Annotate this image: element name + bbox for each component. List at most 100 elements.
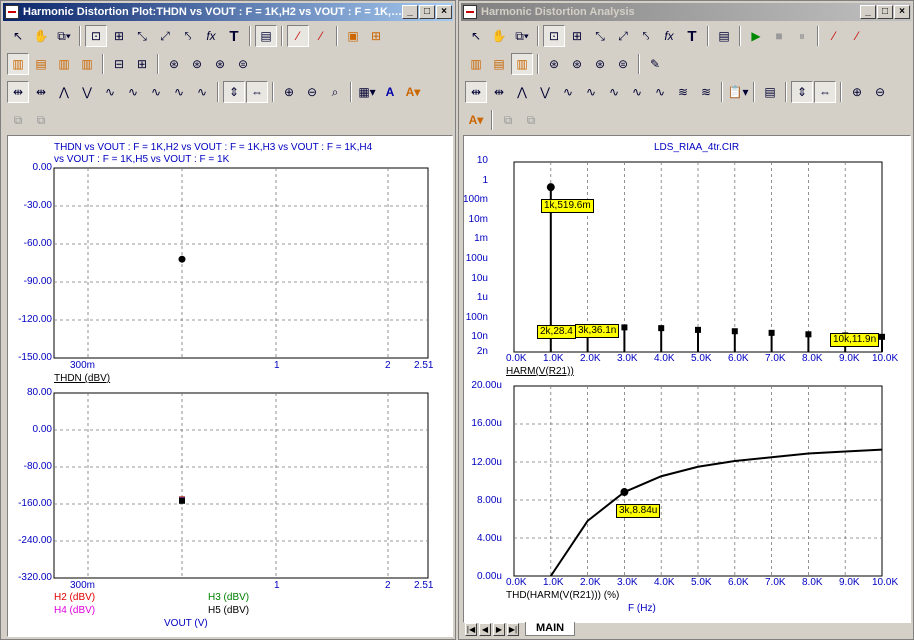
text-icon[interactable]: T [681, 25, 703, 47]
view-2-icon[interactable]: ▤ [30, 53, 52, 75]
clear-icon[interactable]: ⊜ [612, 53, 634, 75]
select-mode-icon[interactable]: ↖ [465, 25, 487, 47]
left-plot-area[interactable]: THDN vs VOUT : F = 1K,H2 vs VOUT : F = 1… [7, 135, 453, 637]
zoom-find-icon[interactable]: ⊛ [566, 53, 588, 75]
bottom-icon[interactable]: ≋ [695, 81, 717, 103]
grid-icon[interactable]: ⊞ [365, 25, 387, 47]
scale-mode-icon[interactable]: ⊡ [85, 25, 107, 47]
data-tag[interactable]: 2k,28.4 [537, 325, 576, 339]
maximize-button[interactable]: □ [877, 5, 893, 19]
global-low-icon[interactable]: ∿ [191, 81, 213, 103]
vertical-tag-icon[interactable]: ⤣ [635, 25, 657, 47]
harmonic-distortion-plot-window[interactable]: Harmonic Distortion Plot:THDN vs VOUT : … [0, 0, 456, 640]
horizontal-tag-icon[interactable]: ⤢ [612, 25, 634, 47]
point-tag-icon[interactable]: ⤡ [131, 25, 153, 47]
copy-icon[interactable]: ⧉ [497, 109, 519, 131]
peak-icon[interactable]: ⋀ [511, 81, 533, 103]
zoom-in-icon[interactable]: ⊕ [278, 81, 300, 103]
edit-icon[interactable]: ✎ [644, 53, 666, 75]
data-tag[interactable]: 10k,11.9n [830, 333, 880, 347]
view-1-icon[interactable]: ▥ [7, 53, 29, 75]
zoom-out-icon[interactable]: ⊖ [869, 81, 891, 103]
copy-icon[interactable]: ⧉ [7, 109, 29, 131]
view-4-icon[interactable]: ▥ [76, 53, 98, 75]
h4-trace-label[interactable]: H4 (dBV) [54, 605, 95, 616]
top-icon[interactable]: ≋ [672, 81, 694, 103]
cursor-right-icon[interactable]: ⇹ [488, 81, 510, 103]
view-1-icon[interactable]: ▥ [465, 53, 487, 75]
ruler-icon[interactable]: ▣ [342, 25, 364, 47]
paste-icon[interactable]: ⧉ [30, 109, 52, 131]
close-button[interactable]: × [436, 5, 452, 19]
view-3-icon[interactable]: ▥ [53, 53, 75, 75]
high-icon[interactable]: ∿ [99, 81, 121, 103]
minimize-button[interactable]: _ [860, 5, 876, 19]
same-y-icon[interactable]: ⇕ [791, 81, 813, 103]
right-plot-area[interactable]: LDS_RIAA_4tr.CIR 10 1 100m 10m 1m 100u 1… [463, 135, 911, 623]
harm-trace-label[interactable]: HARM(V(R21)) [506, 366, 574, 377]
cursor-right-icon[interactable]: ⇹ [30, 81, 52, 103]
same-x-icon[interactable]: ⇔ [246, 81, 268, 103]
text-icon[interactable]: T [223, 25, 245, 47]
properties-icon[interactable]: ▤ [255, 25, 277, 47]
inflection-icon[interactable]: ∿ [603, 81, 625, 103]
tab-main[interactable]: MAIN [525, 622, 576, 636]
select-mode-icon[interactable]: ↖ [7, 25, 29, 47]
low-icon[interactable]: ∿ [122, 81, 144, 103]
auto-scale-icon[interactable]: ⌕ [324, 81, 346, 103]
global-high-icon[interactable]: ∿ [168, 81, 190, 103]
table-icon[interactable]: ▤ [759, 81, 781, 103]
horizontal-tag-icon[interactable]: ⤢ [154, 25, 176, 47]
prev-tab-icon[interactable]: ◀ [479, 622, 491, 636]
same-x-icon[interactable]: ⇔ [814, 81, 836, 103]
valley-icon[interactable]: ⋁ [76, 81, 98, 103]
scale-mode-icon[interactable]: ⊡ [543, 25, 565, 47]
grid-options-icon[interactable]: ▦▾ [356, 81, 378, 103]
inflection-icon[interactable]: ∿ [145, 81, 167, 103]
global-low-icon[interactable]: ∿ [649, 81, 671, 103]
zoom-find-icon[interactable]: ⊛ [186, 53, 208, 75]
fx-find-icon[interactable]: ⊛ [589, 53, 611, 75]
high-icon[interactable]: ∿ [557, 81, 579, 103]
data-tag[interactable]: 3k,36.1n [575, 324, 620, 338]
pause-icon[interactable]: ⏸ [791, 25, 813, 47]
cursor-mode-icon[interactable]: ⊞ [566, 25, 588, 47]
last-tab-icon[interactable]: ▶| [507, 622, 519, 636]
global-high-icon[interactable]: ∿ [626, 81, 648, 103]
thdn-trace-label[interactable]: THDN (dBV) [54, 373, 110, 384]
left-title-bar[interactable]: Harmonic Distortion Plot:THDN vs VOUT : … [3, 3, 453, 21]
view-2-icon[interactable]: ▤ [488, 53, 510, 75]
options-icon[interactable]: ⧉▾ [511, 25, 533, 47]
data-points-icon[interactable]: ⁄ [823, 25, 845, 47]
tokens-icon[interactable]: ⁄ [846, 25, 868, 47]
same-y-icon[interactable]: ⇕ [223, 81, 245, 103]
tokens-icon[interactable]: ⁄ [310, 25, 332, 47]
close-button[interactable]: × [894, 5, 910, 19]
data-tag[interactable]: 3k,8.84u [616, 504, 661, 518]
clipboard-icon[interactable]: 📋▾ [727, 81, 749, 103]
point-tag-icon[interactable]: ⤡ [589, 25, 611, 47]
next-tab-icon[interactable]: ▶ [493, 622, 505, 636]
font-color-icon[interactable]: A▾ [465, 109, 487, 131]
h2-trace-label[interactable]: H2 (dBV) [54, 592, 95, 603]
low-icon[interactable]: ∿ [580, 81, 602, 103]
minimize-button[interactable]: _ [402, 5, 418, 19]
h5-trace-label[interactable]: H5 (dBV) [208, 605, 249, 616]
peak-icon[interactable]: ⋀ [53, 81, 75, 103]
cursor-left-icon[interactable]: ⇹ [7, 81, 29, 103]
clear-icon[interactable]: ⊜ [232, 53, 254, 75]
zoom-out-icon[interactable]: ⊖ [301, 81, 323, 103]
font-icon[interactable]: A [379, 81, 401, 103]
harmonic-distortion-analysis-window[interactable]: Harmonic Distortion Analysis _ □ × ↖ ✋ ⧉… [458, 0, 914, 640]
h3-trace-label[interactable]: H3 (dBV) [208, 592, 249, 603]
paste-icon[interactable]: ⧉ [520, 109, 542, 131]
data-tag[interactable]: 1k,519.6m [541, 199, 594, 213]
view-3-icon[interactable]: ▥ [511, 53, 533, 75]
stop-icon[interactable]: ■ [768, 25, 790, 47]
first-tab-icon[interactable]: |◀ [465, 622, 477, 636]
run-icon[interactable]: ▶ [745, 25, 767, 47]
properties-icon[interactable]: ▤ [713, 25, 735, 47]
zoom-in-icon[interactable]: ⊕ [846, 81, 868, 103]
split-grid-icon[interactable]: ⊞ [131, 53, 153, 75]
fx-find-icon[interactable]: ⊛ [209, 53, 231, 75]
